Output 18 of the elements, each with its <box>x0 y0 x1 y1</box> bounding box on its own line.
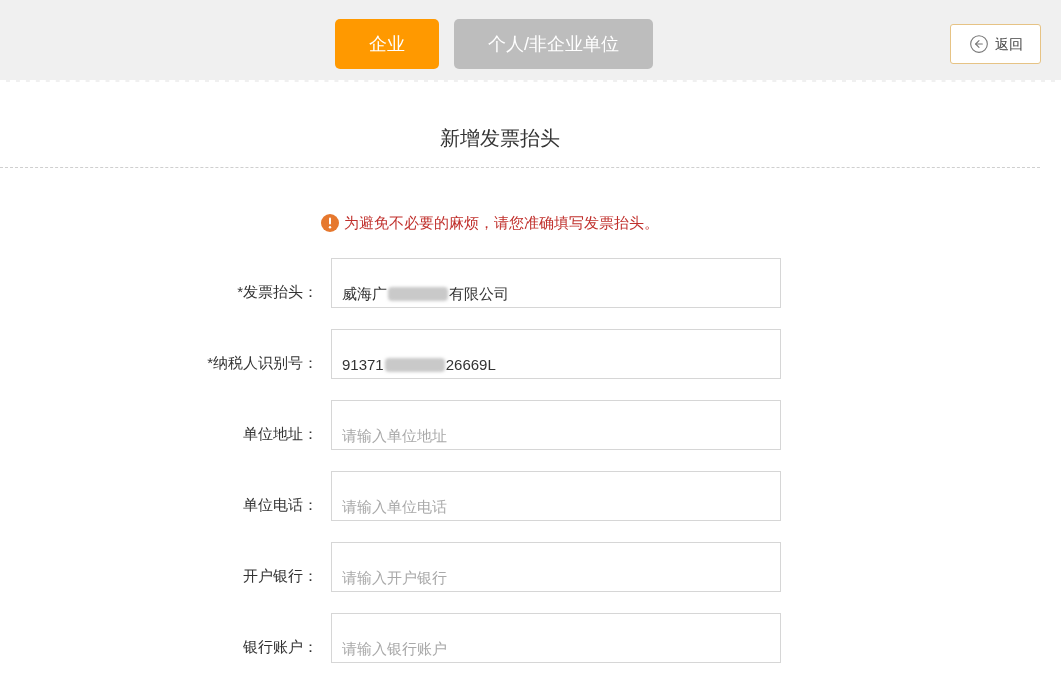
field-label: *发票抬头： <box>236 282 318 302</box>
back-button[interactable]: 返回 <box>950 24 1041 64</box>
field-label: 单位地址： <box>242 424 318 444</box>
input-field[interactable]: 请输入单位电话 <box>331 471 781 521</box>
field-label: 单位电话： <box>242 495 318 515</box>
redaction-blur <box>384 358 445 372</box>
input-field[interactable]: 请输入开户银行 <box>331 542 781 592</box>
input-field[interactable]: 请输入单位地址 <box>331 400 781 450</box>
notice-text: 为避免不必要的麻烦，请您准确填写发票抬头。 <box>344 213 659 233</box>
page-title: 新增发票抬头 <box>440 126 560 151</box>
input-field[interactable]: 91371 26669L <box>331 329 781 379</box>
redaction-blur <box>388 287 448 301</box>
field-label: *纳税人识别号： <box>206 353 318 373</box>
input-field[interactable]: 威海广 有限公司 <box>331 258 781 308</box>
warning-icon <box>321 214 339 232</box>
input-field[interactable]: 请输入银行账户 <box>331 613 781 663</box>
field-label: 银行账户： <box>242 637 318 657</box>
field-label: 开户银行： <box>242 566 318 586</box>
